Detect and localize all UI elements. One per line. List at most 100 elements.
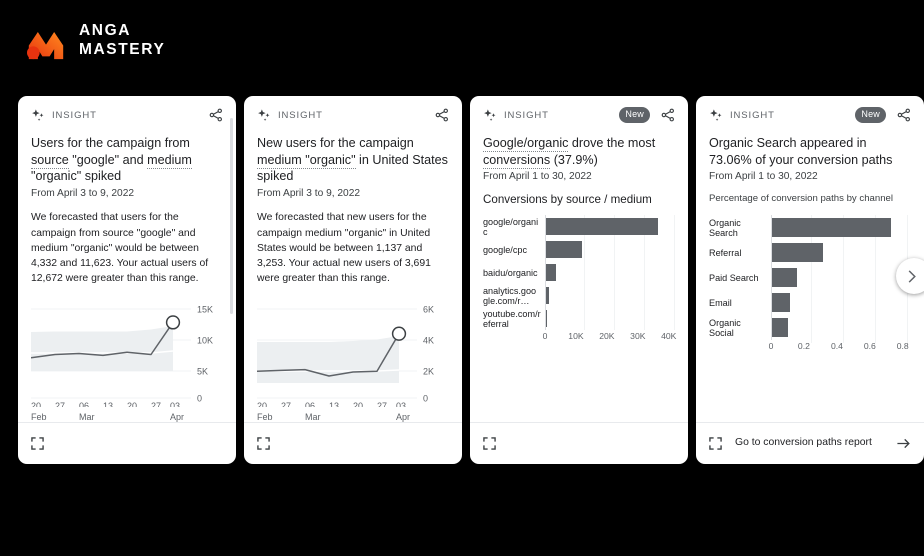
insight-sparkle-icon — [32, 108, 44, 121]
share-icon[interactable] — [661, 108, 675, 122]
conversions-bar-chart: google/organic google/cpc baidu/organic — [483, 215, 677, 344]
insight-label: INSIGHT — [52, 109, 97, 121]
expand-icon[interactable] — [709, 437, 722, 450]
bar-track — [771, 240, 911, 266]
chart-caption: Percentage of conversion paths by channe… — [709, 193, 894, 205]
bar-fill — [546, 241, 583, 259]
share-icon[interactable] — [435, 108, 449, 122]
bar-track — [545, 307, 675, 331]
date-range: From April 3 to 9, 2022 — [31, 188, 135, 200]
svg-text:0: 0 — [423, 393, 428, 403]
card-body: INSIGHT New Google/organic drove the mos… — [470, 96, 688, 422]
bar-label: youtube.com/referral — [483, 308, 541, 329]
date-range: From April 1 to 30, 2022 — [709, 171, 818, 183]
svg-text:13: 13 — [329, 401, 339, 407]
page-title: Users for the campaign from source "goog… — [31, 135, 223, 185]
bar-label: Organic Social — [709, 317, 741, 338]
axis-tick: 0.6 — [863, 341, 876, 352]
share-icon[interactable] — [209, 108, 223, 122]
title-part-dotted: conversions — [483, 152, 551, 169]
card-body: INSIGHT New Organic Search appeared in 7… — [696, 96, 924, 422]
table-row: Paid Search — [709, 265, 911, 291]
conversion-paths-bar-chart: Organic Search Referral Paid Search Emai… — [709, 215, 911, 354]
title-part-dotted: Google/organic — [483, 136, 569, 152]
bar-label: Email — [709, 297, 732, 308]
insight-label: INSIGHT — [730, 109, 775, 121]
bar-label: Organic Search — [709, 217, 741, 238]
bar-track — [545, 284, 675, 308]
card-body: INSIGHT Users for the campaign from sour… — [18, 96, 236, 422]
bar-label: baidu/organic — [483, 267, 538, 278]
table-row: Referral — [709, 240, 911, 266]
bar-track — [771, 265, 911, 291]
insight-card-users-spiked[interactable]: INSIGHT Users for the campaign from sour… — [18, 96, 236, 464]
bar-label: Paid Search — [709, 272, 759, 283]
brand-line-1: ANGA — [79, 22, 132, 40]
table-row: youtube.com/referral — [483, 307, 675, 331]
title-part-dotted: source — [31, 152, 69, 169]
expand-icon[interactable] — [483, 437, 496, 450]
line-chart-month-labels: Feb Mar Apr — [31, 412, 184, 422]
brand-logo-block: ANGA MASTERY — [26, 22, 165, 60]
arrow-right-icon[interactable] — [896, 436, 911, 451]
axis-pad — [709, 341, 771, 354]
table-row: analytics.google.com/r… — [483, 284, 675, 308]
insight-body-text: We forecasted that users for the campaig… — [31, 212, 209, 285]
page-title: Google/organic drove the most conversion… — [483, 135, 675, 169]
svg-text:06: 06 — [305, 401, 315, 407]
status-badge: New — [855, 106, 886, 124]
title-part: "organic" spiked — [31, 169, 122, 184]
date-range: From April 3 to 9, 2022 — [257, 188, 361, 200]
insight-label: INSIGHT — [504, 109, 549, 121]
svg-text:06: 06 — [79, 401, 89, 407]
svg-text:27: 27 — [151, 401, 161, 407]
title-part: Users for the campaign from — [31, 136, 190, 150]
bar-track — [771, 290, 911, 316]
card-footer — [18, 422, 236, 464]
conversion-paths-report-link[interactable]: Go to conversion paths report — [735, 436, 883, 450]
insight-sparkle-icon — [258, 108, 270, 121]
expand-icon[interactable] — [257, 437, 270, 450]
svg-text:5K: 5K — [197, 366, 208, 376]
bar-fill — [772, 243, 824, 263]
expand-icon[interactable] — [31, 437, 44, 450]
card-footer: Go to conversion paths report — [696, 422, 924, 464]
insight-card-conversion-paths[interactable]: INSIGHT New Organic Search appeared in 7… — [696, 96, 924, 464]
insight-card-new-users-spiked[interactable]: INSIGHT New users for the campaign mediu… — [244, 96, 462, 464]
share-icon[interactable] — [897, 108, 911, 122]
card-footer — [244, 422, 462, 464]
insight-card-conversions-by-source[interactable]: INSIGHT New Google/organic drove the mos… — [470, 96, 688, 464]
bar-fill — [546, 264, 556, 282]
insight-body-text: We forecasted that new users for the cam… — [257, 212, 431, 285]
anomaly-line-chart: 6K 4K 2K 0 20 27 06 13 20 27 03 Feb Mar … — [256, 301, 449, 422]
title-part: New users for the campaign — [257, 136, 414, 150]
svg-text:6K: 6K — [423, 304, 434, 314]
bar-fill — [546, 310, 548, 328]
axis-tick: 20K — [599, 331, 615, 342]
card-scrollbar[interactable] — [230, 118, 233, 314]
axis-tick: 10K — [568, 331, 584, 342]
date-range: From April 1 to 30, 2022 — [483, 171, 592, 183]
insight-card-rail[interactable]: INSIGHT Users for the campaign from sour… — [18, 96, 924, 464]
axis-scale: 0 0.2 0.4 0.6 0.8 — [769, 341, 911, 354]
card-header: INSIGHT New — [709, 106, 911, 124]
bar-fill — [546, 287, 550, 305]
svg-text:20: 20 — [31, 401, 41, 407]
bar-chart-axis: 0 10K 20K 30K 40K — [483, 331, 677, 344]
bar-chart-axis: 0 0.2 0.4 0.6 0.8 — [709, 341, 911, 354]
table-row: Email — [709, 290, 911, 316]
chart-caption: Conversions by source / medium — [483, 193, 652, 207]
axis-tick: 40K — [661, 331, 677, 342]
card-header: INSIGHT — [31, 106, 223, 124]
title-part-dotted: medium — [147, 152, 192, 169]
svg-text:13: 13 — [103, 401, 113, 407]
bar-fill — [772, 218, 892, 238]
title-part: drove the most — [568, 136, 656, 150]
line-chart-svg: 6K 4K 2K 0 20 27 06 13 20 27 03 — [256, 304, 434, 411]
chevron-right-icon — [908, 269, 916, 283]
title-part: (37.9%) — [550, 152, 598, 167]
svg-text:Feb: Feb — [31, 412, 47, 422]
svg-text:15K: 15K — [197, 304, 213, 314]
svg-text:4K: 4K — [423, 335, 434, 345]
carousel-next-button[interactable] — [896, 258, 924, 294]
